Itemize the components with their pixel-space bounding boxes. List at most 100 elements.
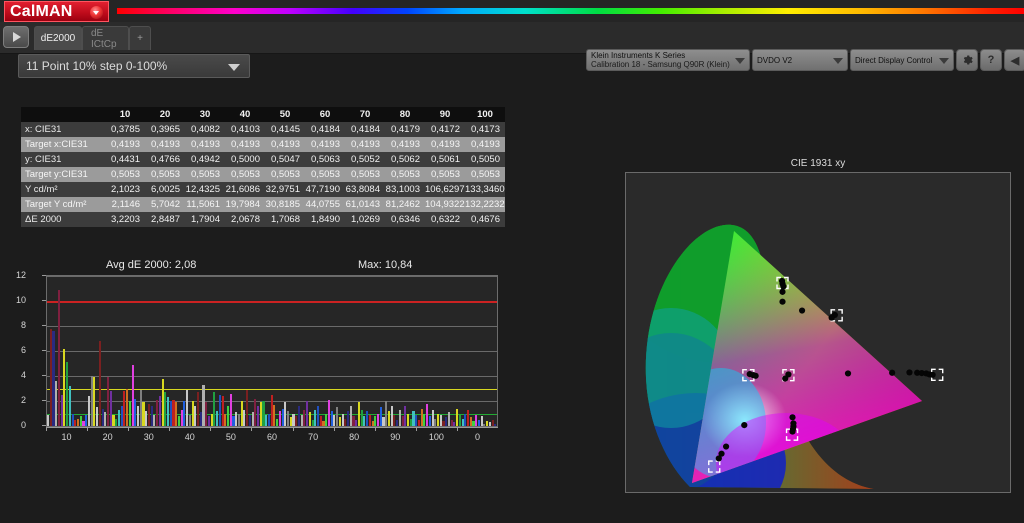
table-cell: 0,4193 bbox=[110, 139, 140, 150]
table-cell: 0,3785 bbox=[110, 124, 140, 135]
settings-button[interactable] bbox=[956, 49, 978, 71]
cie-measured-point bbox=[780, 283, 787, 290]
table-cell: 2,8487 bbox=[150, 214, 180, 225]
cie-measured-point bbox=[782, 375, 789, 382]
chevron-down-icon[interactable] bbox=[90, 6, 103, 19]
table-cell: 1,0269 bbox=[350, 214, 380, 225]
table-column-header: 50 bbox=[265, 107, 305, 122]
table-cell: 0,5053 bbox=[350, 169, 380, 180]
reference-line-max bbox=[47, 301, 497, 303]
control-name: Direct Display Control bbox=[855, 55, 933, 65]
chevron-down-icon[interactable] bbox=[937, 50, 953, 70]
cie-measured-point bbox=[828, 314, 835, 321]
app-logo-label: CalMAN bbox=[10, 3, 73, 20]
x-axis-tick-mark bbox=[251, 427, 253, 431]
table-cell: 0,4082 bbox=[190, 124, 220, 135]
cie-measured-point bbox=[929, 371, 936, 378]
tab-bar: dE2000 dE ICtCp + Klein Instruments K Se… bbox=[0, 22, 1024, 71]
table-cell: 0,5061 bbox=[430, 154, 460, 165]
cie-plot-area bbox=[625, 172, 1011, 493]
chevron-down-icon[interactable] bbox=[733, 50, 749, 70]
question-mark-icon: ? bbox=[987, 54, 995, 66]
measurement-table: 10 20 30 40 50 60 70 80 90 100 x: CIE31 0,3785 0,39… bbox=[21, 107, 505, 227]
table-cell: 0,5053 bbox=[270, 169, 300, 180]
table-cell: 0,5000 bbox=[230, 154, 260, 165]
x-axis-tick-mark bbox=[374, 427, 376, 431]
table-cell: 0,4184 bbox=[310, 124, 340, 135]
cie-measured-point bbox=[798, 307, 806, 314]
chevron-down-icon[interactable] bbox=[228, 64, 240, 71]
table-row: ΔE 2000 3,2203 2,8487 1,7904 2,0678 1,7068 1,8… bbox=[21, 212, 505, 227]
y-axis-tick-label: 2 bbox=[20, 395, 26, 405]
table-cell: 0,4184 bbox=[350, 124, 380, 135]
table-cell: 0,6322 bbox=[430, 214, 460, 225]
x-axis-line bbox=[46, 427, 498, 428]
display-control-selector[interactable]: Direct Display Control bbox=[850, 49, 954, 71]
app-logo[interactable]: CalMAN bbox=[4, 1, 109, 22]
average-de-label: Avg dE 2000: 2,08 bbox=[106, 259, 197, 271]
y-axis-tick-mark bbox=[42, 350, 46, 351]
back-button[interactable]: ◀ bbox=[1004, 49, 1024, 71]
y-axis-tick-mark bbox=[42, 400, 46, 401]
table-row-label: Target y:CIE31 bbox=[25, 169, 88, 180]
table-cell: 63,8084 bbox=[345, 184, 380, 195]
table-cell: 12,4325 bbox=[185, 184, 220, 195]
gridline bbox=[47, 326, 497, 327]
play-button[interactable] bbox=[3, 26, 29, 48]
cie-measured-point bbox=[889, 369, 896, 376]
table-cell: 19,7984 bbox=[225, 199, 260, 210]
max-de-label: Max: 10,84 bbox=[358, 259, 413, 271]
gridline bbox=[47, 276, 497, 277]
table-row: Target y:CIE31 0,5053 0,5053 0,5053 0,5053 0,… bbox=[21, 167, 505, 182]
x-axis-tick-mark bbox=[128, 427, 130, 431]
x-axis-tick-label: 40 bbox=[184, 432, 195, 442]
y-axis-tick-mark bbox=[42, 275, 46, 276]
table-row: x: CIE31 0,3785 0,3965 0,4082 0,4103 0,4145 0,… bbox=[21, 122, 505, 137]
table-cell: 0,5053 bbox=[430, 169, 460, 180]
cie-diagram bbox=[645, 224, 944, 489]
table-cell: 0,4193 bbox=[350, 139, 380, 150]
table-cell: 21,6086 bbox=[225, 184, 260, 195]
chevron-down-icon[interactable] bbox=[831, 50, 847, 70]
table-cell: 0,4193 bbox=[270, 139, 300, 150]
table-cell: 0,4172 bbox=[430, 124, 460, 135]
table-cell: 0,5053 bbox=[150, 169, 180, 180]
table-column-header: 90 bbox=[425, 107, 465, 122]
gridline bbox=[47, 376, 497, 377]
table-cell: 6,0025 bbox=[150, 184, 180, 195]
help-button[interactable]: ? bbox=[980, 49, 1002, 71]
x-axis-tick-label: 80 bbox=[349, 432, 360, 442]
table-cell: 0,5053 bbox=[110, 169, 140, 180]
table-cell: 0,5062 bbox=[390, 154, 420, 165]
table-cell: 0,5050 bbox=[470, 154, 500, 165]
tab-add-button[interactable]: + bbox=[129, 26, 151, 50]
table-cell: 3,2203 bbox=[110, 214, 140, 225]
cie-measured-point bbox=[715, 455, 722, 462]
meter-selector[interactable]: Klein Instruments K Series Calibration 1… bbox=[586, 49, 750, 71]
cie-measured-point bbox=[741, 422, 748, 429]
table-cell: 104,9322 bbox=[425, 199, 465, 210]
tab-de2000[interactable]: dE2000 bbox=[34, 26, 82, 50]
tab-de-ictcp[interactable]: dE ICtCp bbox=[82, 26, 129, 50]
source-name: DVDO V2 bbox=[757, 55, 793, 65]
table-cell: 0,4193 bbox=[150, 139, 180, 150]
workflow-preset-dropdown[interactable]: 11 Point 10% step 0-100% bbox=[18, 54, 250, 78]
table-cell: 0,5053 bbox=[470, 169, 500, 180]
back-arrow-icon: ◀ bbox=[1010, 54, 1020, 67]
table-cell: 0,6346 bbox=[390, 214, 420, 225]
table-cell: 106,6297 bbox=[425, 184, 465, 195]
x-axis-tick-mark bbox=[169, 427, 171, 431]
table-cell: 0,4766 bbox=[150, 154, 180, 165]
table-cell: 0,4173 bbox=[470, 124, 500, 135]
source-selector[interactable]: DVDO V2 bbox=[752, 49, 848, 71]
x-axis-tick-mark bbox=[46, 427, 47, 431]
table-cell: 1,8490 bbox=[310, 214, 340, 225]
meter-calibration: Calibration 18 - Samsung Q90R (Klein) bbox=[591, 60, 730, 69]
tab-label: dE2000 bbox=[40, 33, 76, 44]
table-cell: 0,4179 bbox=[390, 124, 420, 135]
spectrum-bar bbox=[117, 8, 1024, 14]
table-cell: 2,0678 bbox=[230, 214, 260, 225]
table-column-header: 100 bbox=[465, 107, 505, 122]
table-cell: 0,4193 bbox=[310, 139, 340, 150]
title-bar: CalMAN bbox=[0, 0, 1024, 22]
